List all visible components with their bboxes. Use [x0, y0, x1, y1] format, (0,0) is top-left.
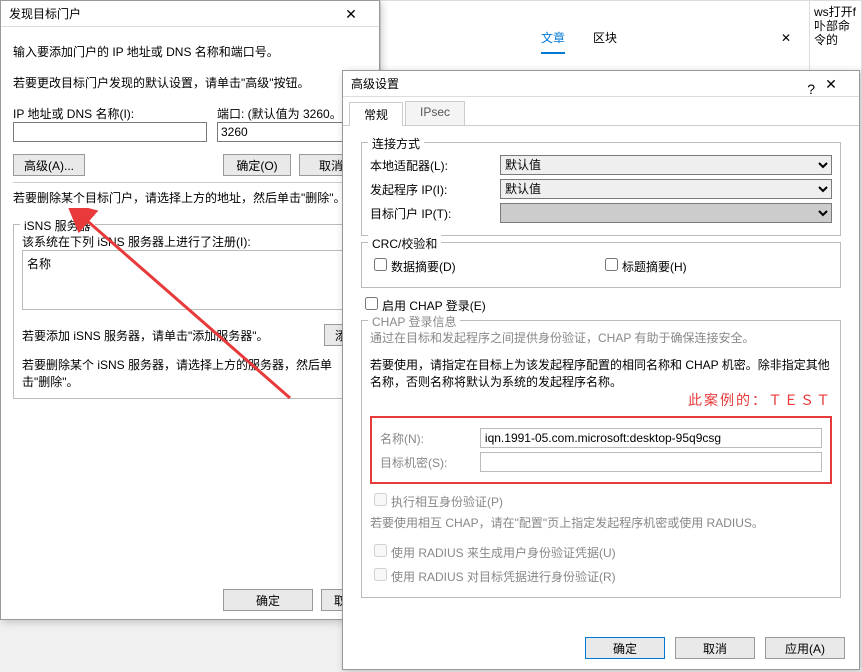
target-portal-label: 目标门户 IP(T): — [370, 205, 500, 222]
chap-desc: 通过在目标和发起程序之间提供身份验证，CHAP 有助于确保连接安全。 — [370, 329, 832, 346]
discover-portal-dialog: 发现目标门户 ✕ 输入要添加门户的 IP 地址或 DNS 名称和端口号。 若要更… — [0, 0, 380, 620]
ok-button[interactable]: 确定 — [585, 637, 665, 659]
chap-group-title: CHAP 登录信息 — [368, 313, 460, 330]
advanced-button[interactable]: 高级(A)... — [13, 154, 85, 176]
tab-general[interactable]: 常规 — [349, 102, 403, 126]
dialog-title: 发现目标门户 — [9, 1, 331, 27]
initiator-ip-select[interactable]: 默认值 — [500, 179, 832, 199]
header-digest-checkbox[interactable] — [605, 258, 618, 271]
close-icon[interactable]: ✕ — [781, 31, 791, 45]
ok-button[interactable]: 确定(O) — [223, 154, 291, 176]
radius-gen-checkbox — [374, 544, 387, 557]
isns-add-hint: 若要添加 iSNS 服务器，请单击"添加服务器"。 — [22, 327, 324, 344]
help-icon[interactable]: ? — [807, 76, 815, 102]
chap-name-input[interactable] — [480, 428, 822, 448]
advanced-settings-dialog: 高级设置 ? ✕ 常规 IPsec 连接方式 本地适配器(L): 默认值 发起程… — [342, 70, 860, 670]
annotation-highlight: 名称(N): 目标机密(S): — [370, 416, 832, 484]
apply-button[interactable]: 应用(A) — [765, 637, 845, 659]
tab-ipsec[interactable]: IPsec — [405, 101, 465, 125]
connection-group-title: 连接方式 — [368, 135, 424, 152]
data-digest-checkbox[interactable] — [374, 258, 387, 271]
chap-desc2: 若要使用，请指定在目标上为该发起程序配置的相同名称和 CHAP 机密。除非指定其… — [370, 356, 832, 390]
side-text: ws打开f 卟部命令的 — [809, 1, 861, 74]
annotation-label: 此案例的：ＴＥＳＴ — [370, 390, 832, 410]
enable-chap-checkbox[interactable] — [365, 297, 378, 310]
hint-text: 若要更改目标门户发现的默认设置，请单击"高级"按钮。 — [13, 74, 367, 91]
close-icon[interactable]: ✕ — [331, 1, 371, 27]
chap-secret-label: 目标机密(S): — [380, 454, 480, 471]
initiator-ip-label: 发起程序 IP(I): — [370, 181, 500, 198]
port-label: 端口: (默认值为 3260。 — [217, 105, 342, 122]
chap-secret-input[interactable] — [480, 452, 822, 472]
ip-label: IP 地址或 DNS 名称(I): — [13, 105, 134, 122]
isns-del-hint: 若要删除某个 iSNS 服务器，请选择上方的服务器，然后单击"删除"。 — [22, 356, 358, 390]
mutual-hint: 若要使用相互 CHAP，请在"配置"页上指定发起程序机密或使用 RADIUS。 — [370, 514, 832, 531]
target-portal-select[interactable] — [500, 203, 832, 223]
isns-reg-text: 该系统在下列 iSNS 服务器上进行了注册(I): — [22, 233, 358, 250]
crc-group-title: CRC/校验和 — [368, 235, 441, 252]
adapter-select[interactable]: 默认值 — [500, 155, 832, 175]
column-header-name: 名称 — [27, 257, 51, 271]
close-icon[interactable]: ✕ — [811, 71, 851, 97]
intro-text: 输入要添加门户的 IP 地址或 DNS 名称和端口号。 — [13, 43, 367, 60]
mutual-auth-checkbox — [374, 493, 387, 506]
adapter-label: 本地适配器(L): — [370, 157, 500, 174]
background-panel: 文章 区块 ✕ ws打开f 卟部命令的 — [380, 0, 862, 75]
dialog-title: 高级设置 — [351, 71, 811, 97]
radius-auth-checkbox — [374, 568, 387, 581]
ip-input[interactable] — [13, 122, 207, 142]
tab-block[interactable]: 区块 — [593, 29, 617, 54]
tab-article[interactable]: 文章 — [541, 29, 565, 54]
isns-list[interactable]: 名称 — [22, 250, 358, 310]
cancel-button[interactable]: 取消 — [675, 637, 755, 659]
delete-hint: 若要删除某个目标门户，请选择上方的地址，然后单击"删除"。 — [13, 182, 367, 206]
footer-ok-button[interactable]: 确定 — [223, 589, 313, 611]
chap-name-label: 名称(N): — [380, 430, 480, 447]
isns-group-title: iSNS 服务器 — [20, 217, 95, 234]
